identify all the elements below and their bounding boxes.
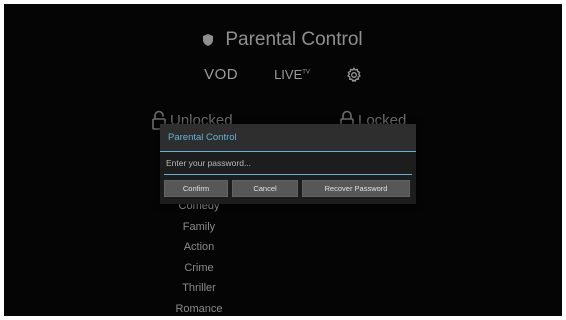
password-input[interactable] — [164, 153, 412, 173]
category-item-romance[interactable]: Romance — [164, 299, 234, 317]
confirm-button[interactable]: Confirm — [164, 180, 228, 197]
tv-screen: Parental Control VOD LIVETV Unlocked Loc… — [4, 4, 562, 316]
page-header: Parental Control — [4, 24, 562, 56]
category-item-family[interactable]: Family — [164, 217, 234, 238]
dialog-title: Parental Control — [168, 132, 237, 143]
nav-live-sup: TV — [302, 69, 310, 76]
gear-icon[interactable] — [346, 66, 362, 83]
shield-icon — [203, 34, 214, 46]
nav-live-label: LIVE — [274, 67, 303, 82]
category-list: Comedy Family Action Crime Thriller Roma… — [164, 196, 234, 316]
category-item-crime[interactable]: Crime — [164, 258, 234, 279]
category-item-action[interactable]: Action — [164, 237, 234, 258]
password-dialog: Parental Control Confirm Cancel Recover … — [160, 124, 416, 204]
dialog-body: Confirm Cancel Recover Password — [160, 152, 416, 204]
page-title: Parental Control — [225, 29, 363, 50]
cancel-button[interactable]: Cancel — [232, 180, 298, 197]
nav-vod[interactable]: VOD — [204, 66, 238, 83]
recover-password-button[interactable]: Recover Password — [302, 180, 410, 197]
input-underline — [164, 174, 412, 175]
nav-live[interactable]: LIVETV — [274, 67, 310, 82]
top-nav: VOD LIVETV — [4, 66, 562, 83]
category-item-thriller[interactable]: Thriller — [164, 278, 234, 299]
